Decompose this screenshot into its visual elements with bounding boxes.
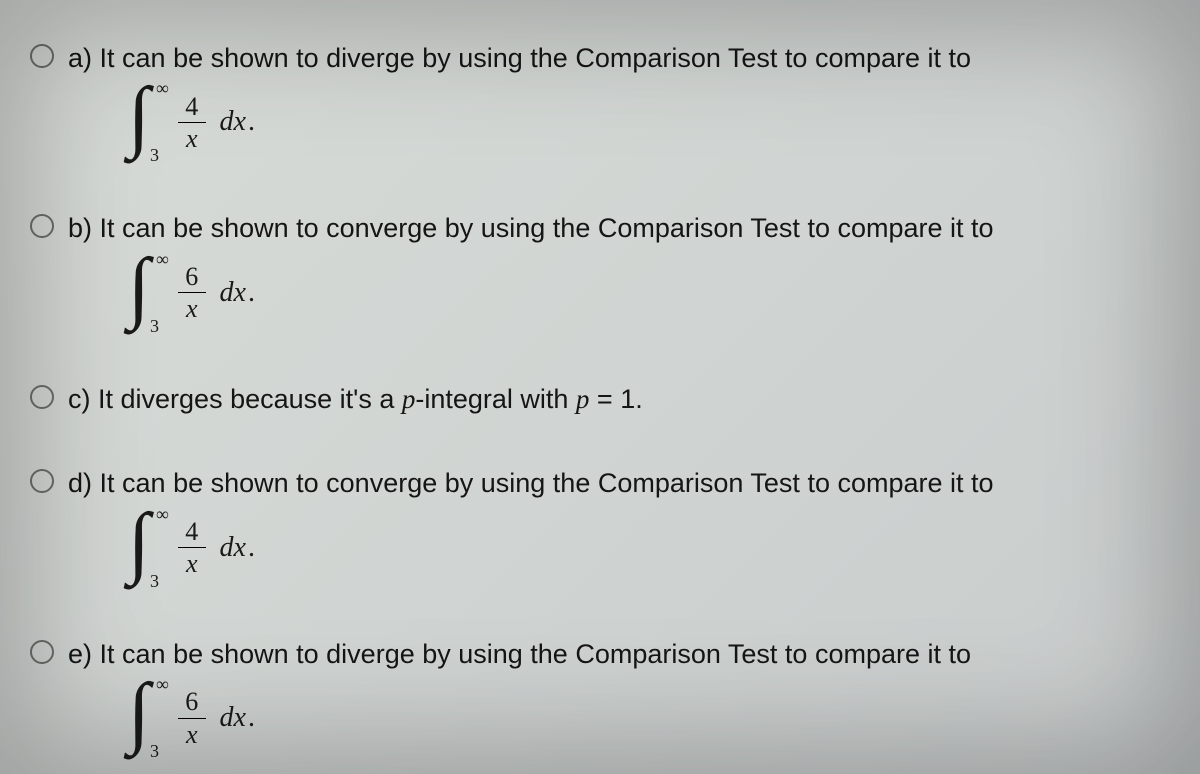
option-c-post: = 1. — [589, 384, 642, 414]
integral-fraction: 6 x — [178, 688, 206, 748]
integral-dx: dx — [220, 702, 246, 734]
option-c-p2: p — [576, 384, 590, 414]
fraction-denominator: x — [178, 547, 206, 577]
option-a-body: a) It can be shown to diverge by using t… — [68, 40, 1190, 162]
option-e-text: e) It can be shown to diverge by using t… — [68, 636, 1190, 672]
integral-sign-icon: ∫ — [128, 502, 150, 582]
integral-symbol: ∫ ∞ 3 — [128, 678, 168, 758]
integral-fraction: 4 x — [178, 93, 206, 153]
option-e-desc: It can be shown to diverge by using the … — [100, 639, 971, 669]
integral-upper: ∞ — [156, 78, 169, 99]
option-a: a) It can be shown to diverge by using t… — [30, 40, 1190, 162]
option-a-text: a) It can be shown to diverge by using t… — [68, 40, 1190, 76]
option-c-pre: It diverges because it's a — [98, 384, 402, 414]
option-d-integral: ∫ ∞ 3 4 x dx . — [128, 508, 1190, 588]
integral-dot: . — [248, 106, 255, 138]
integral-lower: 3 — [150, 571, 159, 592]
fraction-numerator: 4 — [181, 93, 202, 122]
option-e-body: e) It can be shown to diverge by using t… — [68, 636, 1190, 758]
option-d-body: d) It can be shown to converge by using … — [68, 465, 1190, 587]
option-d: d) It can be shown to converge by using … — [30, 465, 1190, 587]
radio-c[interactable] — [30, 385, 54, 409]
option-b-text: b) It can be shown to converge by using … — [68, 210, 1190, 246]
option-c-label: c) — [68, 384, 91, 414]
option-c-p1: p — [402, 384, 416, 414]
option-b-desc: It can be shown to converge by using the… — [100, 213, 994, 243]
integral-dx: dx — [220, 532, 246, 564]
integral-dot: . — [248, 532, 255, 564]
option-b: b) It can be shown to converge by using … — [30, 210, 1190, 332]
integral-upper: ∞ — [156, 674, 169, 695]
integral-sign-icon: ∫ — [128, 247, 150, 327]
integral-dot: . — [248, 702, 255, 734]
integral-symbol: ∫ ∞ 3 — [128, 82, 168, 162]
option-b-label: b) — [68, 213, 92, 243]
option-c-mid: -integral with — [415, 384, 576, 414]
radio-e[interactable] — [30, 640, 54, 664]
integral-dx: dx — [220, 106, 246, 138]
integral-sign-icon: ∫ — [128, 76, 150, 156]
option-a-integral: ∫ ∞ 3 4 x dx . — [128, 82, 1190, 162]
integral-upper: ∞ — [156, 249, 169, 270]
option-b-integral: ∫ ∞ 3 6 x dx . — [128, 253, 1190, 333]
fraction-denominator: x — [178, 718, 206, 748]
option-a-label: a) — [68, 43, 92, 73]
integral-lower: 3 — [150, 741, 159, 762]
option-d-desc: It can be shown to converge by using the… — [100, 468, 994, 498]
integral-symbol: ∫ ∞ 3 — [128, 508, 168, 588]
option-d-label: d) — [68, 468, 92, 498]
question-options-list: a) It can be shown to diverge by using t… — [0, 0, 1200, 768]
integral-symbol: ∫ ∞ 3 — [128, 253, 168, 333]
option-c-body: c) It diverges because it's a p-integral… — [68, 381, 1190, 417]
option-c: c) It diverges because it's a p-integral… — [30, 381, 1190, 417]
fraction-denominator: x — [178, 122, 206, 152]
option-b-body: b) It can be shown to converge by using … — [68, 210, 1190, 332]
fraction-numerator: 6 — [181, 688, 202, 717]
integral-fraction: 6 x — [178, 263, 206, 323]
fraction-numerator: 4 — [181, 518, 202, 547]
option-e-label: e) — [68, 639, 92, 669]
radio-a[interactable] — [30, 44, 54, 68]
option-d-text: d) It can be shown to converge by using … — [68, 465, 1190, 501]
integral-lower: 3 — [150, 145, 159, 166]
integral-dot: . — [248, 277, 255, 309]
option-e: e) It can be shown to diverge by using t… — [30, 636, 1190, 758]
integral-sign-icon: ∫ — [128, 672, 150, 752]
fraction-denominator: x — [178, 292, 206, 322]
fraction-numerator: 6 — [181, 263, 202, 292]
option-c-text: c) It diverges because it's a p-integral… — [68, 381, 1190, 417]
radio-b[interactable] — [30, 214, 54, 238]
integral-fraction: 4 x — [178, 518, 206, 578]
option-a-desc: It can be shown to diverge by using the … — [100, 43, 971, 73]
option-e-integral: ∫ ∞ 3 6 x dx . — [128, 678, 1190, 758]
integral-upper: ∞ — [156, 504, 169, 525]
radio-d[interactable] — [30, 469, 54, 493]
integral-dx: dx — [220, 277, 246, 309]
integral-lower: 3 — [150, 316, 159, 337]
